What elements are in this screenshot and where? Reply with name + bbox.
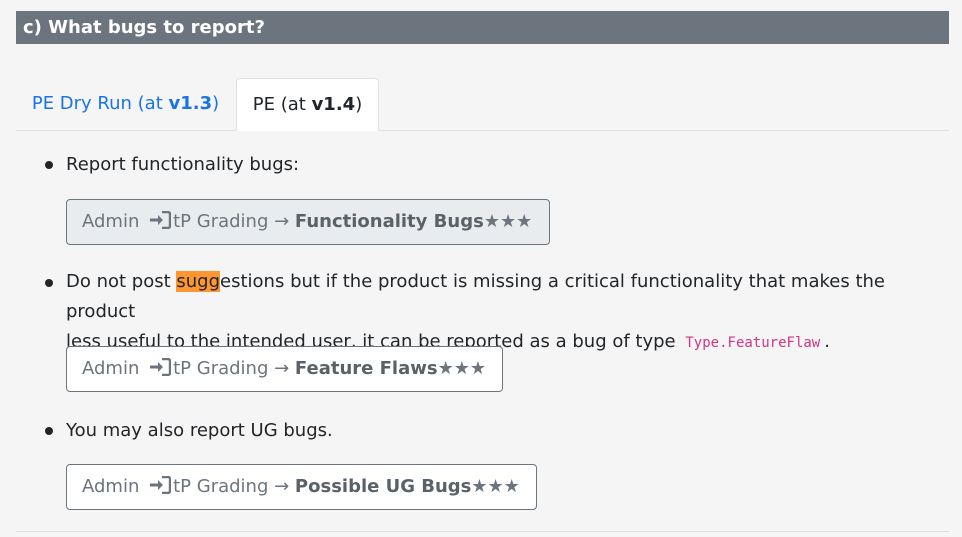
list-item-text: You may also report UG bugs. xyxy=(66,420,333,441)
bullet xyxy=(45,161,53,169)
tab-version: v1.4 xyxy=(311,94,356,115)
section-title: c) What bugs to report? xyxy=(23,17,265,38)
stars-icon: ★★★ xyxy=(471,476,520,497)
button-destination: Possible UG Bugs xyxy=(294,476,472,497)
search-highlight: sugg xyxy=(176,271,221,292)
stars-icon: ★★★ xyxy=(483,211,533,232)
button-prefix: Admin xyxy=(82,358,140,379)
button-prefix: Admin xyxy=(82,476,140,497)
list-item-text: Do not post suggestions but if the produ… xyxy=(66,267,956,358)
button-destination: Feature Flaws xyxy=(294,358,438,379)
button-middle: tP Grading → xyxy=(173,358,290,379)
tab-pe[interactable]: PE (at v1.4) xyxy=(236,78,379,131)
divider xyxy=(16,531,949,532)
tab-label-prefix: PE Dry Run (at xyxy=(31,93,169,114)
stars-icon: ★★★ xyxy=(437,358,486,379)
text-segment: Do not post xyxy=(66,271,177,292)
tab-label-suffix: ) xyxy=(355,94,363,115)
login-icon xyxy=(149,210,172,234)
button-middle: tP Grading → xyxy=(173,211,290,232)
functionality-bugs-button[interactable]: Admin tP Grading → Functionality Bugs★★★ xyxy=(66,199,550,245)
login-icon xyxy=(149,357,172,381)
section-header: c) What bugs to report? xyxy=(16,11,949,44)
possible-ug-bugs-button[interactable]: Admin tP Grading → Possible UG Bugs★★★ xyxy=(66,464,537,510)
tab-bar: PE Dry Run (at v1.3) PE (at v1.4) xyxy=(16,78,949,131)
tab-label-prefix: PE (at xyxy=(252,94,312,115)
list-item-text: Report functionality bugs: xyxy=(66,154,300,175)
bullet xyxy=(45,427,53,435)
feature-flaws-button[interactable]: Admin tP Grading → Feature Flaws★★★ xyxy=(66,346,503,392)
login-icon xyxy=(149,475,172,499)
bullet xyxy=(45,279,53,287)
tab-version: v1.3 xyxy=(168,93,213,114)
button-middle: tP Grading → xyxy=(173,476,290,497)
inline-code: Type.FeatureFlaw xyxy=(685,335,821,351)
button-prefix: Admin xyxy=(82,211,140,232)
tab-pe-dry-run[interactable]: PE Dry Run (at v1.3) xyxy=(16,78,235,130)
text-segment: . xyxy=(824,331,830,352)
button-destination: Functionality Bugs xyxy=(294,211,484,232)
tab-label-suffix: ) xyxy=(212,93,220,114)
